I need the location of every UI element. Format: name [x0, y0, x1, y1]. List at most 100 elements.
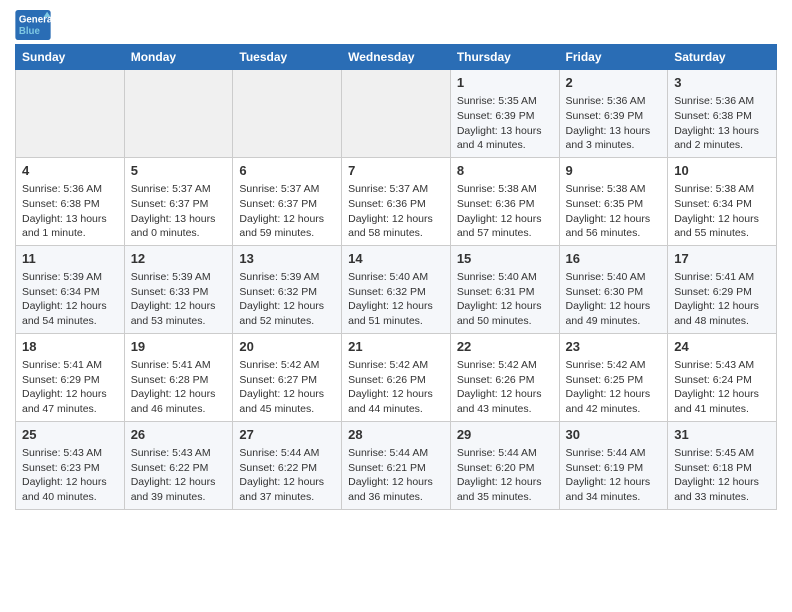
- header-day-monday: Monday: [124, 45, 233, 70]
- header-day-thursday: Thursday: [450, 45, 559, 70]
- calendar-cell: 25 Sunrise: 5:43 AM Sunset: 6:23 PM Dayli…: [16, 421, 125, 509]
- header-day-saturday: Saturday: [668, 45, 777, 70]
- cell-content: Sunrise: 5:45 AM Sunset: 6:18 PM Dayligh…: [674, 446, 770, 505]
- calendar-cell: 9 Sunrise: 5:38 AM Sunset: 6:35 PM Daylig…: [559, 157, 668, 245]
- calendar-cell: 11 Sunrise: 5:39 AM Sunset: 6:34 PM Dayli…: [16, 245, 125, 333]
- day-number: 21: [348, 338, 444, 356]
- cell-content: Sunrise: 5:43 AM Sunset: 6:23 PM Dayligh…: [22, 446, 118, 505]
- day-number: 4: [22, 162, 118, 180]
- day-number: 30: [566, 426, 662, 444]
- day-number: 3: [674, 74, 770, 92]
- calendar-cell: 22Sunrise: 5:42 AM Sunset: 6:26 PM Dayli…: [450, 333, 559, 421]
- calendar-cell: 10 Sunrise: 5:38 AM Sunset: 6:34 PM Dayli…: [668, 157, 777, 245]
- calendar-cell: 24 Sunrise: 5:43 AM Sunset: 6:24 PM Dayli…: [668, 333, 777, 421]
- calendar-cell: 23 Sunrise: 5:42 AM Sunset: 6:25 PM Dayli…: [559, 333, 668, 421]
- cell-content: Sunrise: 5:36 AM Sunset: 6:38 PM Dayligh…: [22, 182, 118, 241]
- day-number: 25: [22, 426, 118, 444]
- day-number: 16: [566, 250, 662, 268]
- day-number: 12: [131, 250, 227, 268]
- day-number: 5: [131, 162, 227, 180]
- cell-content: Sunrise: 5:39 AM Sunset: 6:34 PM Dayligh…: [22, 270, 118, 329]
- header-day-wednesday: Wednesday: [342, 45, 451, 70]
- calendar-cell: 8Sunrise: 5:38 AM Sunset: 6:36 PM Daylig…: [450, 157, 559, 245]
- calendar-cell: 6 Sunrise: 5:37 AM Sunset: 6:37 PM Daylig…: [233, 157, 342, 245]
- cell-content: Sunrise: 5:43 AM Sunset: 6:22 PM Dayligh…: [131, 446, 227, 505]
- calendar-cell: 14 Sunrise: 5:40 AM Sunset: 6:32 PM Dayli…: [342, 245, 451, 333]
- calendar-cell: 20 Sunrise: 5:42 AM Sunset: 6:27 PM Dayli…: [233, 333, 342, 421]
- day-number: 13: [239, 250, 335, 268]
- day-number: 31: [674, 426, 770, 444]
- cell-content: Sunrise: 5:41 AM Sunset: 6:28 PM Dayligh…: [131, 358, 227, 417]
- header-day-sunday: Sunday: [16, 45, 125, 70]
- cell-content: Sunrise: 5:42 AM Sunset: 6:25 PM Dayligh…: [566, 358, 662, 417]
- cell-content: Sunrise: 5:37 AM Sunset: 6:37 PM Dayligh…: [239, 182, 335, 241]
- calendar-cell: 7 Sunrise: 5:37 AM Sunset: 6:36 PM Daylig…: [342, 157, 451, 245]
- day-number: 24: [674, 338, 770, 356]
- day-number: 17: [674, 250, 770, 268]
- header-day-friday: Friday: [559, 45, 668, 70]
- day-number: 26: [131, 426, 227, 444]
- cell-content: Sunrise: 5:43 AM Sunset: 6:24 PM Dayligh…: [674, 358, 770, 417]
- cell-content: Sunrise: 5:37 AM Sunset: 6:36 PM Dayligh…: [348, 182, 444, 241]
- cell-content: Sunrise: 5:44 AM Sunset: 6:19 PM Dayligh…: [566, 446, 662, 505]
- calendar-cell: [16, 70, 125, 158]
- cell-content: Sunrise: 5:36 AM Sunset: 6:39 PM Dayligh…: [566, 94, 662, 153]
- cell-content: Sunrise: 5:39 AM Sunset: 6:32 PM Dayligh…: [239, 270, 335, 329]
- cell-content: Sunrise: 5:36 AM Sunset: 6:38 PM Dayligh…: [674, 94, 770, 153]
- calendar-table: SundayMondayTuesdayWednesdayThursdayFrid…: [15, 44, 777, 510]
- day-number: 20: [239, 338, 335, 356]
- calendar-cell: 19 Sunrise: 5:41 AM Sunset: 6:28 PM Dayli…: [124, 333, 233, 421]
- page-header: General Blue: [15, 10, 777, 40]
- calendar-header-row: SundayMondayTuesdayWednesdayThursdayFrid…: [16, 45, 777, 70]
- cell-content: Sunrise: 5:42 AM Sunset: 6:26 PM Dayligh…: [348, 358, 444, 417]
- calendar-cell: 30 Sunrise: 5:44 AM Sunset: 6:19 PM Dayli…: [559, 421, 668, 509]
- calendar-cell: 17 Sunrise: 5:41 AM Sunset: 6:29 PM Dayli…: [668, 245, 777, 333]
- calendar-week-4: 18 Sunrise: 5:41 AM Sunset: 6:29 PM Dayli…: [16, 333, 777, 421]
- calendar-week-5: 25 Sunrise: 5:43 AM Sunset: 6:23 PM Dayli…: [16, 421, 777, 509]
- calendar-cell: 16Sunrise: 5:40 AM Sunset: 6:30 PM Dayli…: [559, 245, 668, 333]
- day-number: 15: [457, 250, 553, 268]
- day-number: 2: [566, 74, 662, 92]
- calendar-cell: 18 Sunrise: 5:41 AM Sunset: 6:29 PM Dayli…: [16, 333, 125, 421]
- day-number: 27: [239, 426, 335, 444]
- day-number: 18: [22, 338, 118, 356]
- day-number: 14: [348, 250, 444, 268]
- cell-content: Sunrise: 5:44 AM Sunset: 6:22 PM Dayligh…: [239, 446, 335, 505]
- calendar-cell: 12 Sunrise: 5:39 AM Sunset: 6:33 PM Dayli…: [124, 245, 233, 333]
- cell-content: Sunrise: 5:38 AM Sunset: 6:35 PM Dayligh…: [566, 182, 662, 241]
- calendar-cell: 1 Sunrise: 5:35 AM Sunset: 6:39 PM Daylig…: [450, 70, 559, 158]
- day-number: 7: [348, 162, 444, 180]
- cell-content: Sunrise: 5:39 AM Sunset: 6:33 PM Dayligh…: [131, 270, 227, 329]
- day-number: 10: [674, 162, 770, 180]
- cell-content: Sunrise: 5:35 AM Sunset: 6:39 PM Dayligh…: [457, 94, 553, 153]
- day-number: 22: [457, 338, 553, 356]
- calendar-cell: [124, 70, 233, 158]
- calendar-cell: 26 Sunrise: 5:43 AM Sunset: 6:22 PM Dayli…: [124, 421, 233, 509]
- calendar-cell: 13 Sunrise: 5:39 AM Sunset: 6:32 PM Dayli…: [233, 245, 342, 333]
- day-number: 23: [566, 338, 662, 356]
- calendar-cell: 3 Sunrise: 5:36 AM Sunset: 6:38 PM Daylig…: [668, 70, 777, 158]
- day-number: 6: [239, 162, 335, 180]
- calendar-week-1: 1 Sunrise: 5:35 AM Sunset: 6:39 PM Daylig…: [16, 70, 777, 158]
- day-number: 11: [22, 250, 118, 268]
- cell-content: Sunrise: 5:42 AM Sunset: 6:27 PM Dayligh…: [239, 358, 335, 417]
- calendar-cell: 29Sunrise: 5:44 AM Sunset: 6:20 PM Dayli…: [450, 421, 559, 509]
- logo-icon: General Blue: [15, 10, 51, 40]
- cell-content: Sunrise: 5:38 AM Sunset: 6:34 PM Dayligh…: [674, 182, 770, 241]
- cell-content: Sunrise: 5:41 AM Sunset: 6:29 PM Dayligh…: [674, 270, 770, 329]
- cell-content: Sunrise: 5:41 AM Sunset: 6:29 PM Dayligh…: [22, 358, 118, 417]
- day-number: 19: [131, 338, 227, 356]
- day-number: 1: [457, 74, 553, 92]
- calendar-cell: 5Sunrise: 5:37 AM Sunset: 6:37 PM Daylig…: [124, 157, 233, 245]
- calendar-cell: 28Sunrise: 5:44 AM Sunset: 6:21 PM Dayli…: [342, 421, 451, 509]
- header-day-tuesday: Tuesday: [233, 45, 342, 70]
- day-number: 9: [566, 162, 662, 180]
- cell-content: Sunrise: 5:40 AM Sunset: 6:32 PM Dayligh…: [348, 270, 444, 329]
- calendar-cell: 2 Sunrise: 5:36 AM Sunset: 6:39 PM Daylig…: [559, 70, 668, 158]
- calendar-cell: [233, 70, 342, 158]
- day-number: 28: [348, 426, 444, 444]
- svg-text:Blue: Blue: [19, 26, 41, 37]
- calendar-week-2: 4 Sunrise: 5:36 AM Sunset: 6:38 PM Daylig…: [16, 157, 777, 245]
- calendar-cell: 27 Sunrise: 5:44 AM Sunset: 6:22 PM Dayli…: [233, 421, 342, 509]
- calendar-cell: 4 Sunrise: 5:36 AM Sunset: 6:38 PM Daylig…: [16, 157, 125, 245]
